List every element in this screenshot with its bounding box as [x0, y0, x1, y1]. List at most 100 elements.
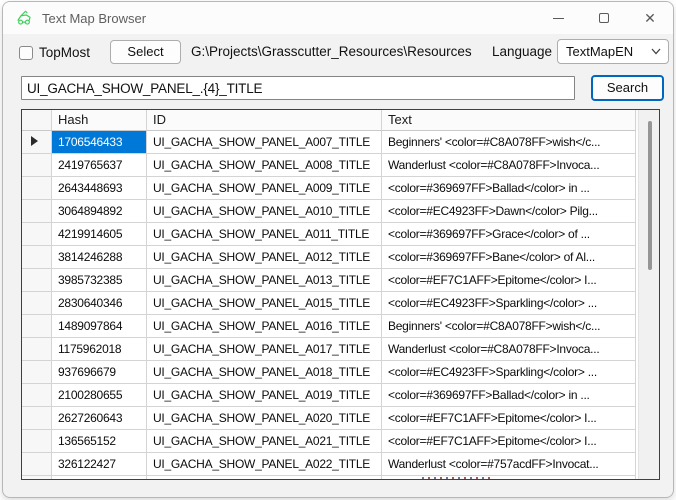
table-row[interactable]: 2627260643 UI_GACHA_SHOW_PANEL_A020_TITL…: [22, 407, 659, 430]
hash-cell[interactable]: 1706546433: [52, 131, 147, 154]
hash-cell[interactable]: 3814246288: [52, 246, 147, 269]
row-header-cell[interactable]: [22, 177, 52, 200]
table-row[interactable]: [22, 476, 659, 480]
hash-cell[interactable]: 2100280655: [52, 384, 147, 407]
hash-cell[interactable]: 136565152: [52, 430, 147, 453]
table-row[interactable]: 1706546433 UI_GACHA_SHOW_PANEL_A007_TITL…: [22, 131, 659, 154]
id-cell[interactable]: UI_GACHA_SHOW_PANEL_A020_TITLE: [147, 407, 382, 430]
text-cell[interactable]: <color=#EC4923FF>Sparkling</color> ...: [382, 361, 636, 384]
id-cell[interactable]: UI_GACHA_SHOW_PANEL_A012_TITLE: [147, 246, 382, 269]
id-cell[interactable]: UI_GACHA_SHOW_PANEL_A009_TITLE: [147, 177, 382, 200]
hash-cell[interactable]: 2643448693: [52, 177, 147, 200]
row-header-cell[interactable]: [22, 407, 52, 430]
hash-cell[interactable]: 3985732385: [52, 269, 147, 292]
text-cell[interactable]: <color=#369697FF>Bane</color> of Al...: [382, 246, 636, 269]
text-cell[interactable]: Wanderlust <color=#C8A078FF>Invoca...: [382, 338, 636, 361]
id-cell[interactable]: UI_GACHA_SHOW_PANEL_A017_TITLE: [147, 338, 382, 361]
search-button[interactable]: Search: [591, 75, 664, 101]
table-row[interactable]: 326122427 UI_GACHA_SHOW_PANEL_A022_TITLE…: [22, 453, 659, 476]
chevron-down-icon: [651, 48, 661, 55]
hash-cell[interactable]: 937696679: [52, 361, 147, 384]
id-cell[interactable]: UI_GACHA_SHOW_PANEL_A010_TITLE: [147, 200, 382, 223]
row-header-cell[interactable]: [22, 384, 52, 407]
id-cell[interactable]: UI_GACHA_SHOW_PANEL_A011_TITLE: [147, 223, 382, 246]
table-row[interactable]: 4219914605 UI_GACHA_SHOW_PANEL_A011_TITL…: [22, 223, 659, 246]
topmost-checkbox-group[interactable]: TopMost: [19, 45, 90, 60]
table-row[interactable]: 1489097864 UI_GACHA_SHOW_PANEL_A016_TITL…: [22, 315, 659, 338]
hash-cell[interactable]: 1489097864: [52, 315, 147, 338]
hash-cell[interactable]: 326122427: [52, 453, 147, 476]
row-header-cell[interactable]: [22, 476, 52, 480]
topmost-checkbox[interactable]: [19, 46, 33, 60]
row-header-cell[interactable]: [22, 430, 52, 453]
text-cell[interactable]: Beginners' <color=#C8A078FF>wish</c...: [382, 131, 636, 154]
language-select[interactable]: TextMapEN: [557, 39, 669, 64]
text-cell[interactable]: <color=#EF7C1AFF>Epitome</color> I...: [382, 407, 636, 430]
scrollbar-thumb[interactable]: [648, 121, 652, 270]
hash-cell[interactable]: 4219914605: [52, 223, 147, 246]
select-button[interactable]: Select: [110, 40, 181, 64]
text-cell[interactable]: <color=#EC4923FF>Sparkling</color> ...: [382, 292, 636, 315]
id-cell[interactable]: UI_GACHA_SHOW_PANEL_A022_TITLE: [147, 453, 382, 476]
table-row[interactable]: 3814246288 UI_GACHA_SHOW_PANEL_A012_TITL…: [22, 246, 659, 269]
text-cell[interactable]: [382, 476, 636, 480]
text-cell[interactable]: <color=#EF7C1AFF>Epitome</color> I...: [382, 269, 636, 292]
text-cell[interactable]: <color=#EC4923FF>Dawn</color> Pilg...: [382, 200, 636, 223]
table-row[interactable]: 1175962018 UI_GACHA_SHOW_PANEL_A017_TITL…: [22, 338, 659, 361]
id-cell[interactable]: UI_GACHA_SHOW_PANEL_A015_TITLE: [147, 292, 382, 315]
id-cell[interactable]: UI_GACHA_SHOW_PANEL_A021_TITLE: [147, 430, 382, 453]
table-row[interactable]: 3064894892 UI_GACHA_SHOW_PANEL_A010_TITL…: [22, 200, 659, 223]
vertical-scrollbar[interactable]: [638, 110, 659, 479]
id-cell[interactable]: UI_GACHA_SHOW_PANEL_A016_TITLE: [147, 315, 382, 338]
row-header-cell[interactable]: [22, 292, 52, 315]
row-header-cell[interactable]: [22, 269, 52, 292]
close-button[interactable]: ✕: [627, 2, 673, 34]
hash-cell[interactable]: 2627260643: [52, 407, 147, 430]
column-header-hash[interactable]: Hash: [52, 110, 147, 131]
table-row[interactable]: 2100280655 UI_GACHA_SHOW_PANEL_A019_TITL…: [22, 384, 659, 407]
close-icon: ✕: [644, 11, 656, 25]
text-cell[interactable]: Wanderlust <color=#C8A078FF>Invoca...: [382, 154, 636, 177]
column-header-text[interactable]: Text: [382, 110, 636, 131]
text-cell[interactable]: <color=#369697FF>Ballad</color> in ...: [382, 177, 636, 200]
id-cell[interactable]: UI_GACHA_SHOW_PANEL_A007_TITLE: [147, 131, 382, 154]
row-header-cell[interactable]: [22, 200, 52, 223]
id-cell[interactable]: [147, 476, 382, 480]
maximize-button[interactable]: [581, 2, 627, 34]
table-row[interactable]: 2830640346 UI_GACHA_SHOW_PANEL_A015_TITL…: [22, 292, 659, 315]
row-header-cell[interactable]: [22, 223, 52, 246]
row-header-cell[interactable]: [22, 154, 52, 177]
row-header-cell[interactable]: [22, 246, 52, 269]
table-row[interactable]: 2419765637 UI_GACHA_SHOW_PANEL_A008_TITL…: [22, 154, 659, 177]
row-header-corner[interactable]: [22, 110, 52, 131]
id-cell[interactable]: UI_GACHA_SHOW_PANEL_A018_TITLE: [147, 361, 382, 384]
id-cell[interactable]: UI_GACHA_SHOW_PANEL_A013_TITLE: [147, 269, 382, 292]
hash-cell[interactable]: 2419765637: [52, 154, 147, 177]
search-row: Search: [3, 74, 673, 104]
table-row[interactable]: 136565152 UI_GACHA_SHOW_PANEL_A021_TITLE…: [22, 430, 659, 453]
column-header-id[interactable]: ID: [147, 110, 382, 131]
hash-cell[interactable]: 2830640346: [52, 292, 147, 315]
row-header-cell[interactable]: [22, 361, 52, 384]
table-row[interactable]: 937696679 UI_GACHA_SHOW_PANEL_A018_TITLE…: [22, 361, 659, 384]
language-label: Language: [492, 44, 552, 59]
text-cell[interactable]: Wanderlust <color=#757acdFF>Invocat...: [382, 453, 636, 476]
hash-cell[interactable]: 3064894892: [52, 200, 147, 223]
minimize-button[interactable]: [535, 2, 581, 34]
hash-cell[interactable]: [52, 476, 147, 480]
language-selected-value: TextMapEN: [566, 44, 651, 59]
table-row[interactable]: 2643448693 UI_GACHA_SHOW_PANEL_A009_TITL…: [22, 177, 659, 200]
text-cell[interactable]: <color=#EF7C1AFF>Epitome</color> I...: [382, 430, 636, 453]
table-row[interactable]: 3985732385 UI_GACHA_SHOW_PANEL_A013_TITL…: [22, 269, 659, 292]
row-header-cell[interactable]: [22, 315, 52, 338]
id-cell[interactable]: UI_GACHA_SHOW_PANEL_A019_TITLE: [147, 384, 382, 407]
row-header-cell[interactable]: [22, 453, 52, 476]
text-cell[interactable]: Beginners' <color=#C8A078FF>wish</c...: [382, 315, 636, 338]
search-input[interactable]: [21, 76, 575, 100]
id-cell[interactable]: UI_GACHA_SHOW_PANEL_A008_TITLE: [147, 154, 382, 177]
row-header-cell[interactable]: [22, 338, 52, 361]
row-header-cell[interactable]: [22, 131, 52, 154]
text-cell[interactable]: <color=#369697FF>Grace</color> of ...: [382, 223, 636, 246]
hash-cell[interactable]: 1175962018: [52, 338, 147, 361]
text-cell[interactable]: <color=#369697FF>Ballad</color> in ...: [382, 384, 636, 407]
